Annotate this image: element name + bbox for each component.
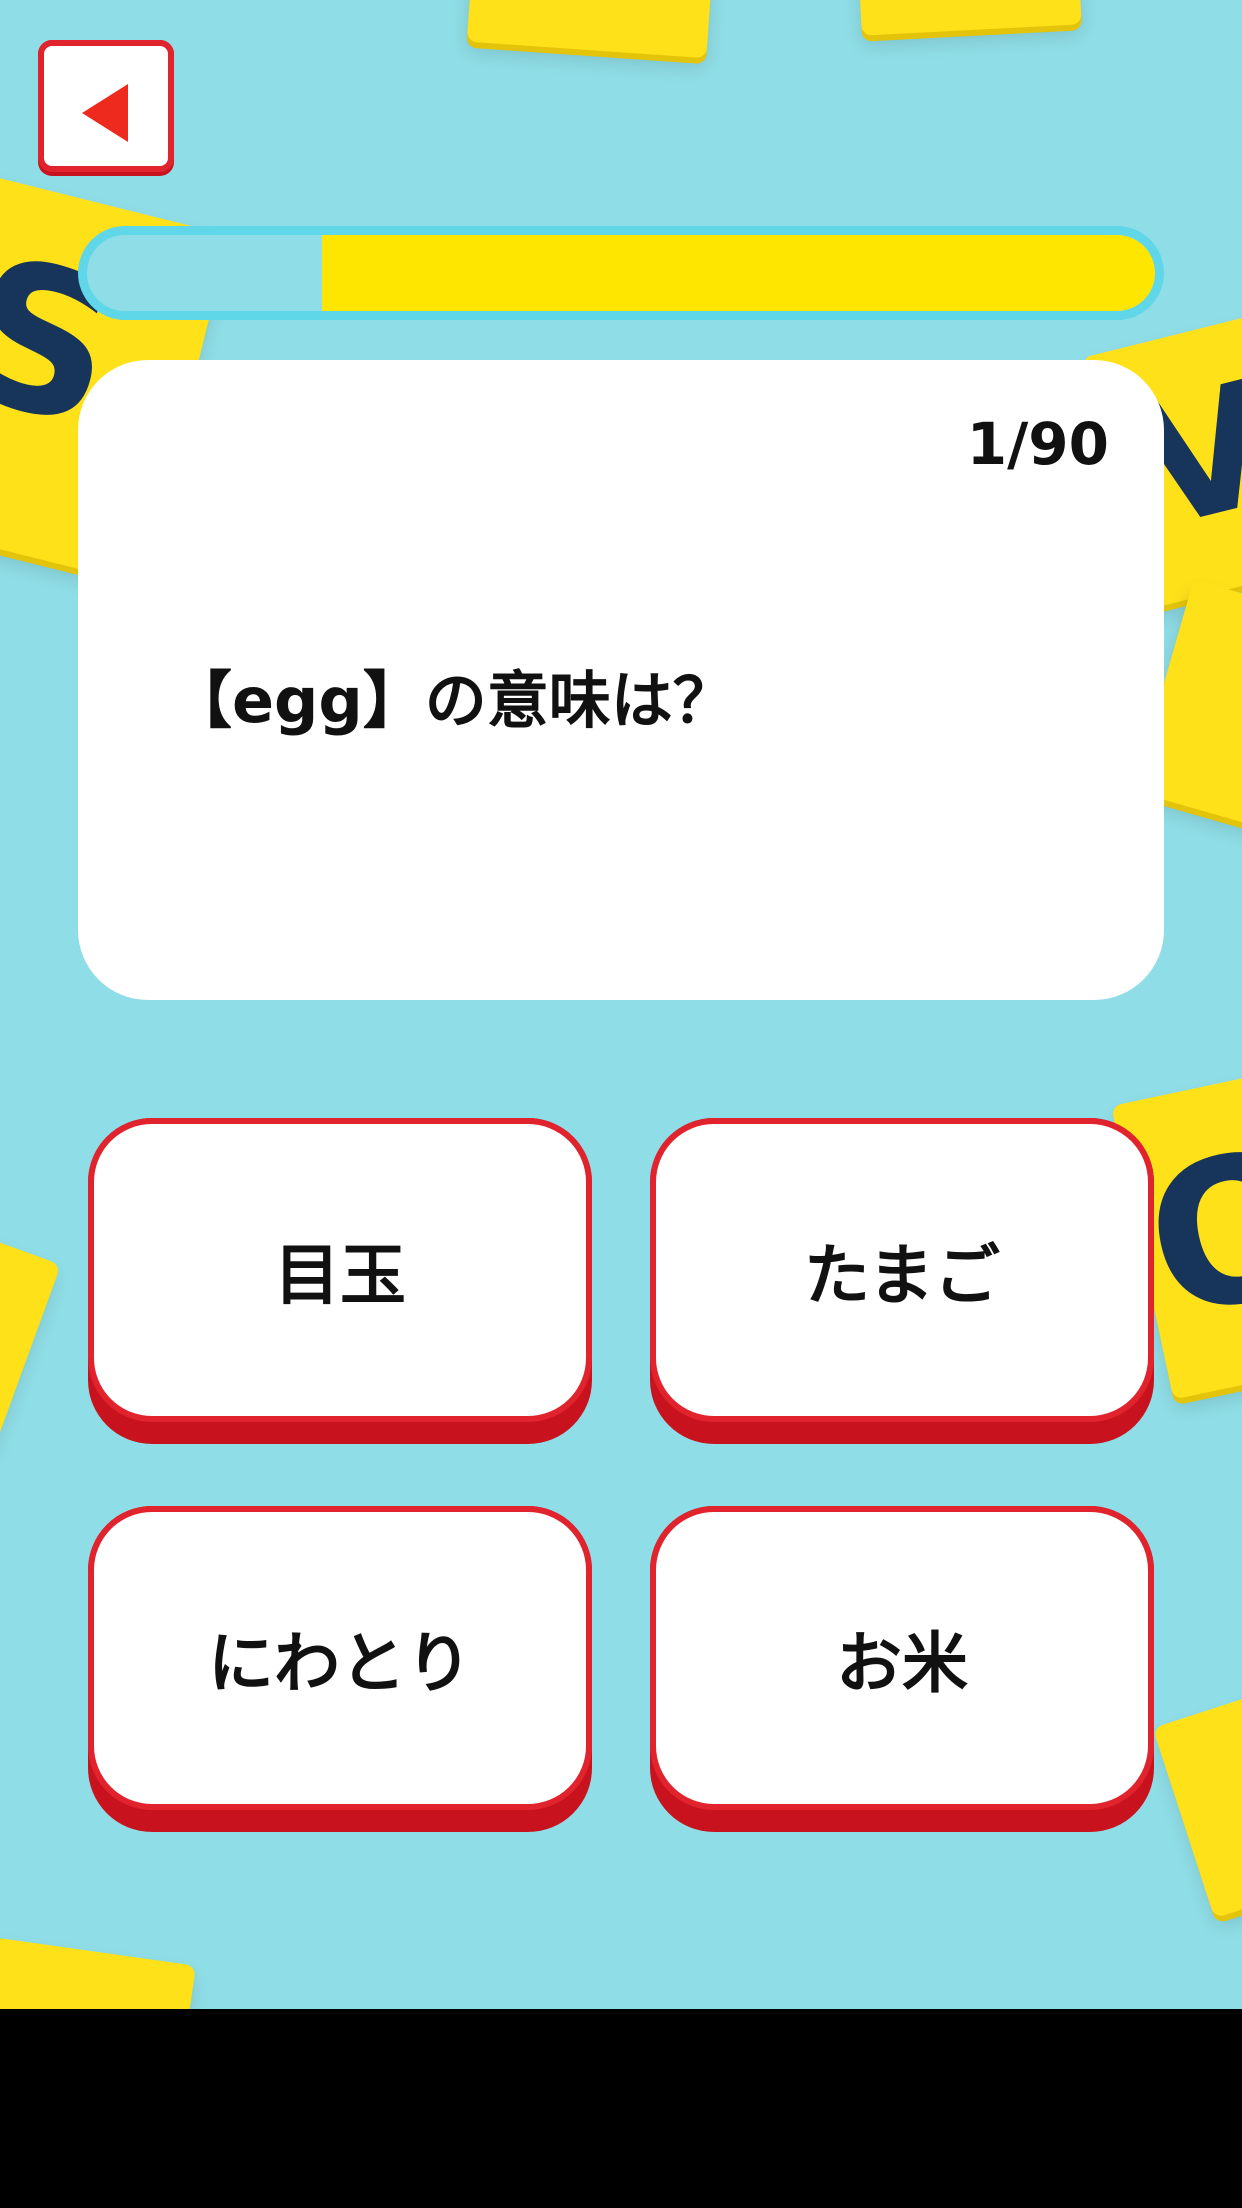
timer-bar-fill [321,235,1155,311]
answer-label: たまご [803,1237,1001,1314]
timer-bar [78,226,1164,320]
background-tile [0,1935,196,2009]
background-tile [1152,1681,1242,1919]
answer-button-4[interactable]: お米 [650,1506,1154,1832]
background-tile [858,0,1082,36]
answer-button-3[interactable]: にわとり [88,1506,592,1832]
system-nav-area [0,2009,1242,2208]
quiz-screen: S V O 1/90 【egg】の意味は？ 目玉 たまご にわとり お米 [0,0,1242,2009]
answer-label: にわとり [208,1625,472,1702]
background-tile [466,0,714,59]
answer-button-face: お米 [650,1506,1154,1810]
question-card: 1/90 【egg】の意味は？ [78,360,1164,1000]
answer-button-2[interactable]: たまご [650,1118,1154,1444]
answer-button-face: 目玉 [88,1118,592,1422]
back-button[interactable] [38,40,174,176]
answer-label: 目玉 [274,1237,406,1314]
back-arrow-icon [82,84,128,142]
answer-button-face: たまご [650,1118,1154,1422]
back-button-face [38,40,174,172]
background-tile [0,1227,61,1453]
question-text: 【egg】の意味は？ [170,664,735,737]
answer-button-face: にわとり [88,1506,592,1810]
answer-button-1[interactable]: 目玉 [88,1118,592,1444]
answer-label: お米 [836,1625,968,1702]
question-counter: 1/90 [966,410,1109,478]
